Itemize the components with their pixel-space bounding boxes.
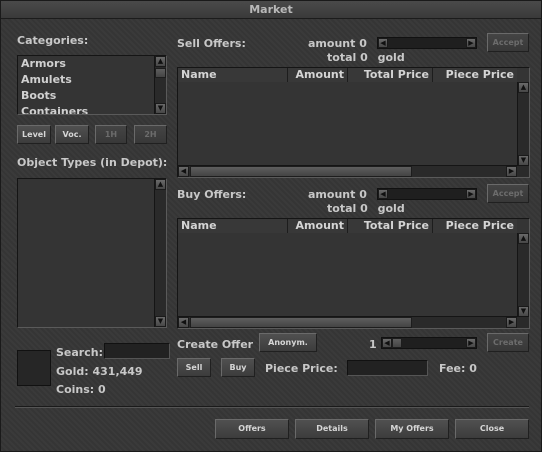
gold-balance: Gold: 431,449 xyxy=(56,365,143,378)
search-label: Search: xyxy=(56,346,103,359)
column-header-name[interactable]: Name xyxy=(178,219,288,233)
close-button[interactable]: Close xyxy=(455,419,529,439)
categories-list[interactable]: Armors Amulets Boots Containers ▲ ▼ xyxy=(17,55,167,115)
column-header-amount[interactable]: Amount xyxy=(288,68,348,82)
categories-label: Categories: xyxy=(17,34,89,47)
market-window: Market Categories: Armors Amulets Boots … xyxy=(0,0,542,452)
create-offer-label: Create Offer xyxy=(177,338,254,351)
column-header-piece-price[interactable]: Piece Price xyxy=(433,219,517,233)
buy-total-value: 0 xyxy=(360,202,368,215)
buy-amount-label: amount xyxy=(308,188,356,201)
slider-thumb[interactable] xyxy=(392,338,402,348)
category-item[interactable]: Boots xyxy=(18,88,154,104)
sell-mode-button[interactable]: Sell xyxy=(177,358,211,377)
slider-right-icon[interactable]: ▶ xyxy=(466,338,476,348)
anonymous-button[interactable]: Anonym. xyxy=(259,333,317,352)
slider-left-icon[interactable]: ◀ xyxy=(378,38,388,48)
vocation-filter-button[interactable]: Voc. xyxy=(55,125,89,144)
search-input[interactable] xyxy=(104,343,170,359)
buy-total: total 0 gold xyxy=(327,202,405,215)
scroll-up-icon[interactable]: ▲ xyxy=(518,82,529,93)
scroll-up-icon[interactable]: ▲ xyxy=(155,56,166,67)
object-types-scrollbar[interactable]: ▲ ▼ xyxy=(154,179,166,327)
create-offer-button[interactable]: Create xyxy=(487,333,529,352)
sell-offers-vscroll[interactable]: ▲ ▼ xyxy=(517,82,529,166)
buy-total-label: total xyxy=(327,202,357,215)
column-header-total-price[interactable]: Total Price xyxy=(348,68,433,82)
offer-quantity-value: 1 xyxy=(369,338,377,351)
object-types-label: Object Types (in Depot): xyxy=(17,156,168,169)
my-offers-button[interactable]: My Offers xyxy=(375,419,449,439)
sell-accept-button[interactable]: Accept xyxy=(487,33,529,52)
sell-amount-label: amount xyxy=(308,37,356,50)
scroll-left-icon[interactable]: ◀ xyxy=(178,166,189,177)
slider-left-icon[interactable]: ◀ xyxy=(382,338,392,348)
item-preview-slot xyxy=(17,350,51,386)
gold-label: Gold: xyxy=(56,365,89,378)
slider-right-icon[interactable]: ▶ xyxy=(466,189,476,199)
scroll-right-icon[interactable]: ▶ xyxy=(506,166,517,177)
one-hand-filter-button[interactable]: 1H xyxy=(95,125,127,144)
piece-price-label: Piece Price: xyxy=(265,362,338,375)
gold-value: 431,449 xyxy=(92,365,143,378)
offers-button[interactable]: Offers xyxy=(215,419,289,439)
column-header-amount[interactable]: Amount xyxy=(288,219,348,233)
coins-label: Coins: xyxy=(56,383,95,396)
slider-left-icon[interactable]: ◀ xyxy=(378,189,388,199)
footer-divider xyxy=(15,406,529,408)
scroll-thumb[interactable] xyxy=(155,68,166,78)
buy-mode-button[interactable]: Buy xyxy=(221,358,255,377)
buy-amount-slider[interactable]: ◀ ▶ xyxy=(377,188,477,200)
column-header-total-price[interactable]: Total Price xyxy=(348,219,433,233)
level-filter-button[interactable]: Level xyxy=(17,125,51,144)
scroll-down-icon[interactable]: ▼ xyxy=(155,316,166,327)
buy-offers-label: Buy Offers: xyxy=(177,188,247,201)
sell-offers-hscroll[interactable]: ◀ ▶ xyxy=(178,165,529,177)
sell-offers-table[interactable]: Name Amount Total Price Piece Price ▲ ▼ … xyxy=(177,67,530,178)
sell-total-currency: gold xyxy=(377,51,405,64)
column-header-piece-price[interactable]: Piece Price xyxy=(433,68,517,82)
fee-value: 0 xyxy=(469,362,477,375)
piece-price-input[interactable] xyxy=(347,360,428,376)
fee-display: Fee: 0 xyxy=(439,362,477,375)
sell-total-label: total xyxy=(327,51,357,64)
buy-total-currency: gold xyxy=(377,202,405,215)
window-title[interactable]: Market xyxy=(1,1,541,19)
buy-offers-table[interactable]: Name Amount Total Price Piece Price ▲ ▼ … xyxy=(177,218,530,329)
categories-scrollbar[interactable]: ▲ ▼ xyxy=(154,56,166,114)
sell-amount: amount 0 xyxy=(308,37,367,50)
buy-amount: amount 0 xyxy=(308,188,367,201)
slider-right-icon[interactable]: ▶ xyxy=(466,38,476,48)
sell-total-value: 0 xyxy=(360,51,368,64)
offer-quantity-slider[interactable]: ◀ ▶ xyxy=(381,337,477,349)
buy-offers-vscroll[interactable]: ▲ ▼ xyxy=(517,233,529,317)
details-button[interactable]: Details xyxy=(295,419,369,439)
scroll-left-icon[interactable]: ◀ xyxy=(178,317,189,328)
category-item[interactable]: Amulets xyxy=(18,72,154,88)
scroll-right-icon[interactable]: ▶ xyxy=(506,317,517,328)
sell-total: total 0 gold xyxy=(327,51,405,64)
column-header-name[interactable]: Name xyxy=(178,68,288,82)
sell-offers-label: Sell Offers: xyxy=(177,37,246,50)
fee-label: Fee: xyxy=(439,362,466,375)
buy-offers-hscroll[interactable]: ◀ ▶ xyxy=(178,316,529,328)
sell-amount-value: 0 xyxy=(359,37,367,50)
sell-amount-slider[interactable]: ◀ ▶ xyxy=(377,37,477,49)
two-hand-filter-button[interactable]: 2H xyxy=(134,125,167,144)
scroll-up-icon[interactable]: ▲ xyxy=(518,233,529,244)
scroll-down-icon[interactable]: ▼ xyxy=(155,103,166,114)
buy-amount-value: 0 xyxy=(359,188,367,201)
category-item[interactable]: Armors xyxy=(18,56,154,72)
coins-balance: Coins: 0 xyxy=(56,383,106,396)
scroll-up-icon[interactable]: ▲ xyxy=(155,179,166,190)
category-item[interactable]: Containers xyxy=(18,104,154,114)
object-types-list[interactable]: ▲ ▼ xyxy=(17,178,167,328)
buy-accept-button[interactable]: Accept xyxy=(487,184,529,203)
scroll-thumb[interactable] xyxy=(190,317,412,328)
coins-value: 0 xyxy=(98,383,106,396)
scroll-thumb[interactable] xyxy=(190,166,412,177)
